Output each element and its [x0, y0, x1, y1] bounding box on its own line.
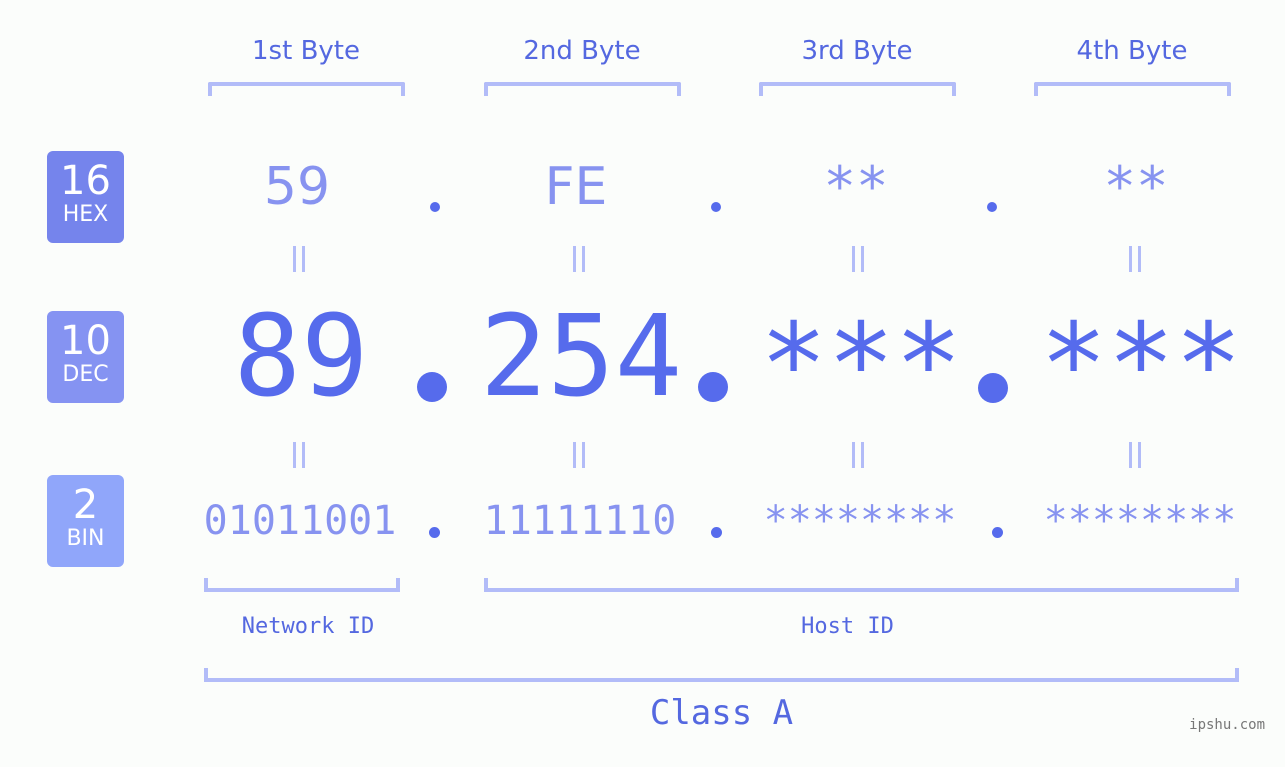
network-id-bracket [204, 578, 400, 592]
equals-icon [290, 246, 310, 272]
dec-value-2: 254 [479, 292, 683, 422]
equals-icon [849, 246, 869, 272]
bin-base-number: 2 [72, 482, 99, 528]
host-id-bracket [484, 578, 1239, 592]
hex-dot-1 [430, 202, 440, 212]
watermark: ipshu.com [1189, 717, 1265, 733]
dec-dot-1 [417, 372, 447, 402]
bin-dot-1 [429, 527, 440, 538]
byte-bracket-3 [759, 82, 956, 96]
equals-icon [570, 246, 590, 272]
hex-base-label: HEX [62, 202, 109, 227]
dec-value-4: *** [1039, 300, 1243, 430]
bin-dot-3 [992, 527, 1003, 538]
hex-value-3: ** [823, 155, 889, 218]
byte-header-2: 2nd Byte [523, 36, 641, 66]
byte-bracket-2 [484, 82, 681, 96]
bin-value-3: ******** [763, 498, 957, 544]
dec-value-1: 89 [233, 292, 369, 422]
equals-icon [1126, 246, 1146, 272]
byte-header-1: 1st Byte [252, 36, 360, 66]
class-bracket [204, 668, 1239, 682]
bin-value-1: 01011001 [203, 498, 397, 544]
hex-base-number: 16 [60, 158, 111, 204]
equals-icon [290, 442, 310, 468]
bin-badge: 2 BIN [47, 475, 124, 567]
class-label: Class A [649, 693, 794, 733]
dec-base-label: DEC [62, 362, 109, 387]
network-id-label: Network ID [241, 614, 375, 639]
bin-base-label: BIN [66, 526, 105, 551]
hex-dot-2 [711, 202, 721, 212]
equals-icon [849, 442, 869, 468]
bin-value-2: 11111110 [483, 498, 677, 544]
host-id-label: Host ID [801, 614, 894, 639]
byte-bracket-1 [208, 82, 405, 96]
bin-dot-2 [711, 527, 722, 538]
dec-base-number: 10 [60, 318, 111, 364]
dec-dot-3 [978, 373, 1008, 403]
byte-header-3: 3rd Byte [801, 36, 913, 66]
hex-value-4: ** [1103, 155, 1169, 218]
dec-dot-2 [698, 372, 728, 402]
hex-badge: 16 HEX [47, 151, 124, 243]
equals-icon [570, 442, 590, 468]
equals-icon [1126, 442, 1146, 468]
byte-header-4: 4th Byte [1076, 36, 1188, 66]
hex-value-2: FE [544, 157, 608, 217]
bin-value-4: ******** [1043, 498, 1237, 544]
hex-dot-3 [987, 202, 997, 212]
dec-value-3: *** [759, 300, 963, 430]
dec-badge: 10 DEC [47, 311, 124, 403]
byte-bracket-4 [1034, 82, 1231, 96]
hex-value-1: 59 [263, 157, 331, 217]
